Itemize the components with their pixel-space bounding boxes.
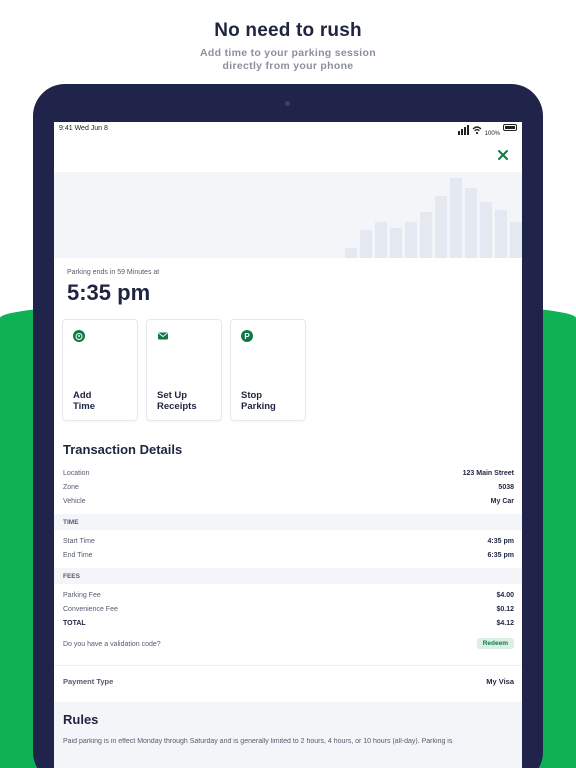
- end-time-label: End Time: [63, 552, 93, 559]
- fees-header-label: FEES: [63, 573, 80, 580]
- vehicle-label: Vehicle: [63, 498, 86, 505]
- total-label: TOTAL: [63, 620, 86, 627]
- set-up-receipts-button[interactable]: Set Up Receipts: [146, 319, 222, 421]
- start-time-row: Start Time 4:35 pm: [54, 535, 522, 549]
- zone-label: Zone: [63, 484, 79, 491]
- wifi-icon: [472, 126, 482, 135]
- add-time-button[interactable]: Add Time: [62, 319, 138, 421]
- battery-icon: [503, 124, 517, 131]
- battery-percent: 100%: [484, 131, 500, 137]
- total-row: TOTAL $4.12: [54, 617, 522, 631]
- set-up-receipts-label-line-1: Set Up: [157, 390, 188, 401]
- zone-row: Zone 5038: [54, 481, 522, 495]
- rules-section: [54, 702, 522, 768]
- location-value: 123 Main Street: [462, 470, 514, 477]
- convenience-fee-value: $0.12: [496, 606, 514, 613]
- vehicle-row: Vehicle My Car: [54, 495, 522, 509]
- convenience-fee-label: Convenience Fee: [63, 606, 118, 613]
- set-up-receipts-label-line-2: Receipts: [157, 401, 197, 412]
- redeem-button[interactable]: Redeem: [476, 638, 514, 649]
- convenience-fee-row: Convenience Fee $0.12: [54, 603, 522, 617]
- vehicle-value: My Car: [490, 498, 514, 505]
- parking-ends-label: Parking ends in 59 Minutes at: [67, 269, 160, 276]
- divider: [54, 665, 522, 666]
- envelope-icon: [157, 330, 169, 342]
- status-icons: 100%: [457, 124, 517, 137]
- status-time: 9:41 Wed Jun 8: [59, 125, 108, 132]
- payment-type-label: Payment Type: [63, 677, 114, 686]
- parking-icon: P: [241, 330, 253, 342]
- total-value: $4.12: [496, 620, 514, 627]
- end-time-value: 6:35 pm: [487, 552, 514, 559]
- signal-icon: [457, 125, 469, 135]
- parking-ends-time: 5:35 pm: [67, 280, 151, 305]
- payment-type-row[interactable]: Payment Type My Visa: [54, 675, 522, 689]
- validation-row: Do you have a validation code? Redeem: [54, 638, 522, 652]
- parking-fee-label: Parking Fee: [63, 592, 101, 599]
- close-icon[interactable]: [496, 148, 510, 162]
- fees-section-header: FEES: [54, 568, 522, 584]
- location-label: Location: [63, 470, 90, 477]
- end-time-row: End Time 6:35 pm: [54, 549, 522, 563]
- rules-title: Rules: [63, 712, 99, 727]
- promo-subhead: Add time to your parking session directl…: [0, 47, 576, 73]
- promo-subhead-line-2: directly from your phone: [222, 60, 354, 72]
- app-screen: 9:41 Wed Jun 8 100% Parking ends in 59 M…: [54, 122, 522, 768]
- stop-parking-label-line-2: Parking: [241, 401, 276, 412]
- zone-value: 5038: [498, 484, 514, 491]
- parking-fee-value: $4.00: [496, 592, 514, 599]
- hero-banner: [54, 172, 522, 258]
- stop-parking-label-line-1: Stop: [241, 390, 263, 401]
- add-time-label-line-2: Time: [73, 401, 96, 412]
- time-header-label: TIME: [63, 519, 79, 526]
- payment-type-value: My Visa: [486, 677, 514, 686]
- validation-question: Do you have a validation code?: [63, 641, 161, 648]
- transaction-details-title: Transaction Details: [63, 442, 183, 457]
- add-time-label-line-1: Add: [73, 390, 92, 401]
- action-cards: Add Time Set Up Receipts P Stop Parking: [62, 319, 306, 421]
- tablet-camera: [285, 101, 290, 106]
- location-row: Location 123 Main Street: [54, 467, 522, 481]
- tablet-frame: 9:41 Wed Jun 8 100% Parking ends in 59 M…: [33, 84, 543, 768]
- start-time-value: 4:35 pm: [487, 538, 514, 545]
- time-section-header: TIME: [54, 514, 522, 530]
- status-bar: 9:41 Wed Jun 8 100%: [54, 122, 522, 140]
- alarm-clock-icon: [73, 330, 85, 342]
- parking-fee-row: Parking Fee $4.00: [54, 589, 522, 603]
- skyline-illustration: [345, 178, 522, 258]
- start-time-label: Start Time: [63, 538, 95, 545]
- rules-text: Paid parking is in effect Monday through…: [63, 738, 453, 745]
- promo-headline: No need to rush: [214, 20, 362, 41]
- stop-parking-button[interactable]: P Stop Parking: [230, 319, 306, 421]
- promo-subhead-line-1: Add time to your parking session: [200, 47, 376, 59]
